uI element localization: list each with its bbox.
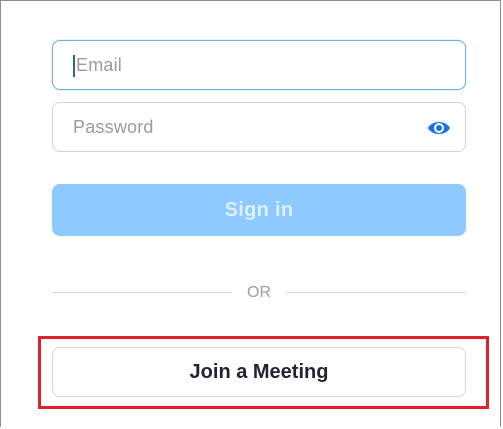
password-placeholder: Password [73,116,154,137]
sign-in-button[interactable]: Sign in [52,184,466,236]
email-field[interactable]: Email [52,40,466,90]
join-meeting-button[interactable]: Join a Meeting [52,347,466,397]
text-caret [73,55,75,77]
email-placeholder: Email [76,54,123,75]
eye-icon[interactable] [427,117,451,139]
divider-line-right [286,292,466,293]
or-divider: OR [52,282,466,304]
or-text: OR [247,284,271,301]
password-field[interactable]: Password [52,102,466,152]
